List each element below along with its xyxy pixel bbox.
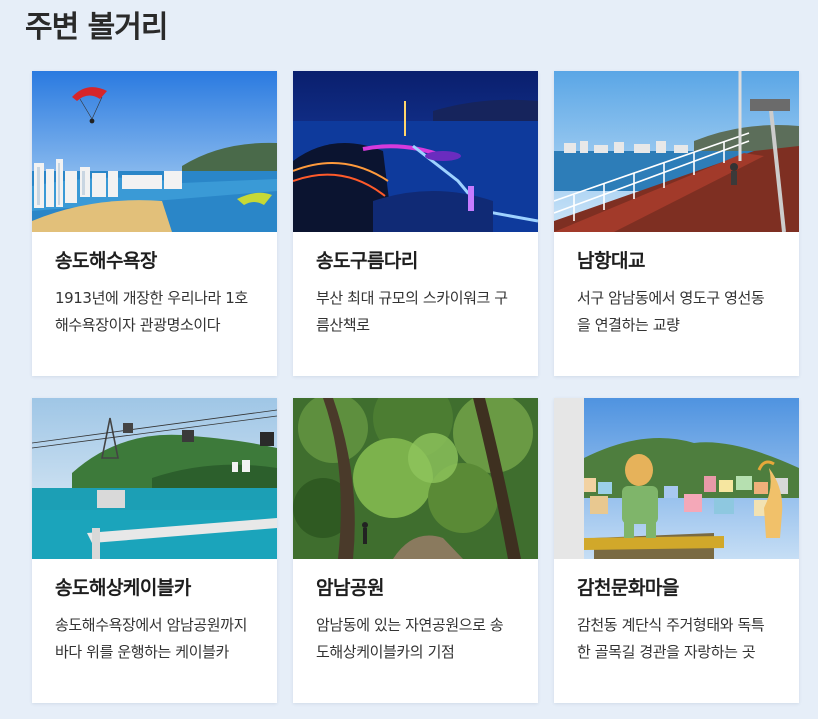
songdo-beach-photo [32,71,277,232]
card-description: 1913년에 개장한 우리나라 1호 해수욕장이자 관광명소이다 [55,289,248,334]
card-description: 암남동에 있는 자연공원으로 송도해상케이블카의 기점 [316,616,504,661]
attraction-card-namhang-bridge[interactable]: 남항대교 서구 암남동에서 영도구 영선동을 연결하는 교량 [554,71,799,376]
card-title: 남항대교 [577,250,645,272]
attraction-card-songdo-cable-car[interactable]: 송도해상케이블카 송도해수욕장에서 암남공원까지 바다 위를 운행하는 케이블카 [32,398,277,703]
attraction-card-songdo-skywalk[interactable]: 송도구름다리 부산 최대 규모의 스카이워크 구름산책로 [293,71,538,376]
songdo-cable-car-photo [32,398,277,559]
attraction-card-songdo-beach[interactable]: 송도해수욕장 1913년에 개장한 우리나라 1호 해수욕장이자 관광명소이다 [32,71,277,376]
card-description: 부산 최대 규모의 스카이워크 구름산책로 [316,289,508,334]
card-description: 감천동 계단식 주거형태와 독특한 골목길 경관을 자랑하는 곳 [577,616,765,661]
card-title: 송도해상케이블카 [55,577,191,599]
section-title: 주변 볼거리 [25,10,168,45]
attraction-card-gamcheon-village[interactable]: 감천문화마을 감천동 계단식 주거형태와 독특한 골목길 경관을 자랑하는 곳 [554,398,799,703]
card-description: 서구 암남동에서 영도구 영선동을 연결하는 교량 [577,289,765,334]
card-title: 암남공원 [316,577,384,599]
card-title: 감천문화마을 [577,577,679,599]
card-description: 송도해수욕장에서 암남공원까지 바다 위를 운행하는 케이블카 [55,616,247,661]
gamcheon-village-photo [554,398,799,559]
card-title: 송도구름다리 [316,250,418,272]
attraction-card-amnam-park[interactable]: 암남공원 암남동에 있는 자연공원으로 송도해상케이블카의 기점 [293,398,538,703]
card-title: 송도해수욕장 [55,250,157,272]
namhang-bridge-photo [554,71,799,232]
songdo-skywalk-photo [293,71,538,232]
attractions-grid: 송도해수욕장 1913년에 개장한 우리나라 1호 해수욕장이자 관광명소이다 [32,71,799,703]
amnam-park-photo [293,398,538,559]
